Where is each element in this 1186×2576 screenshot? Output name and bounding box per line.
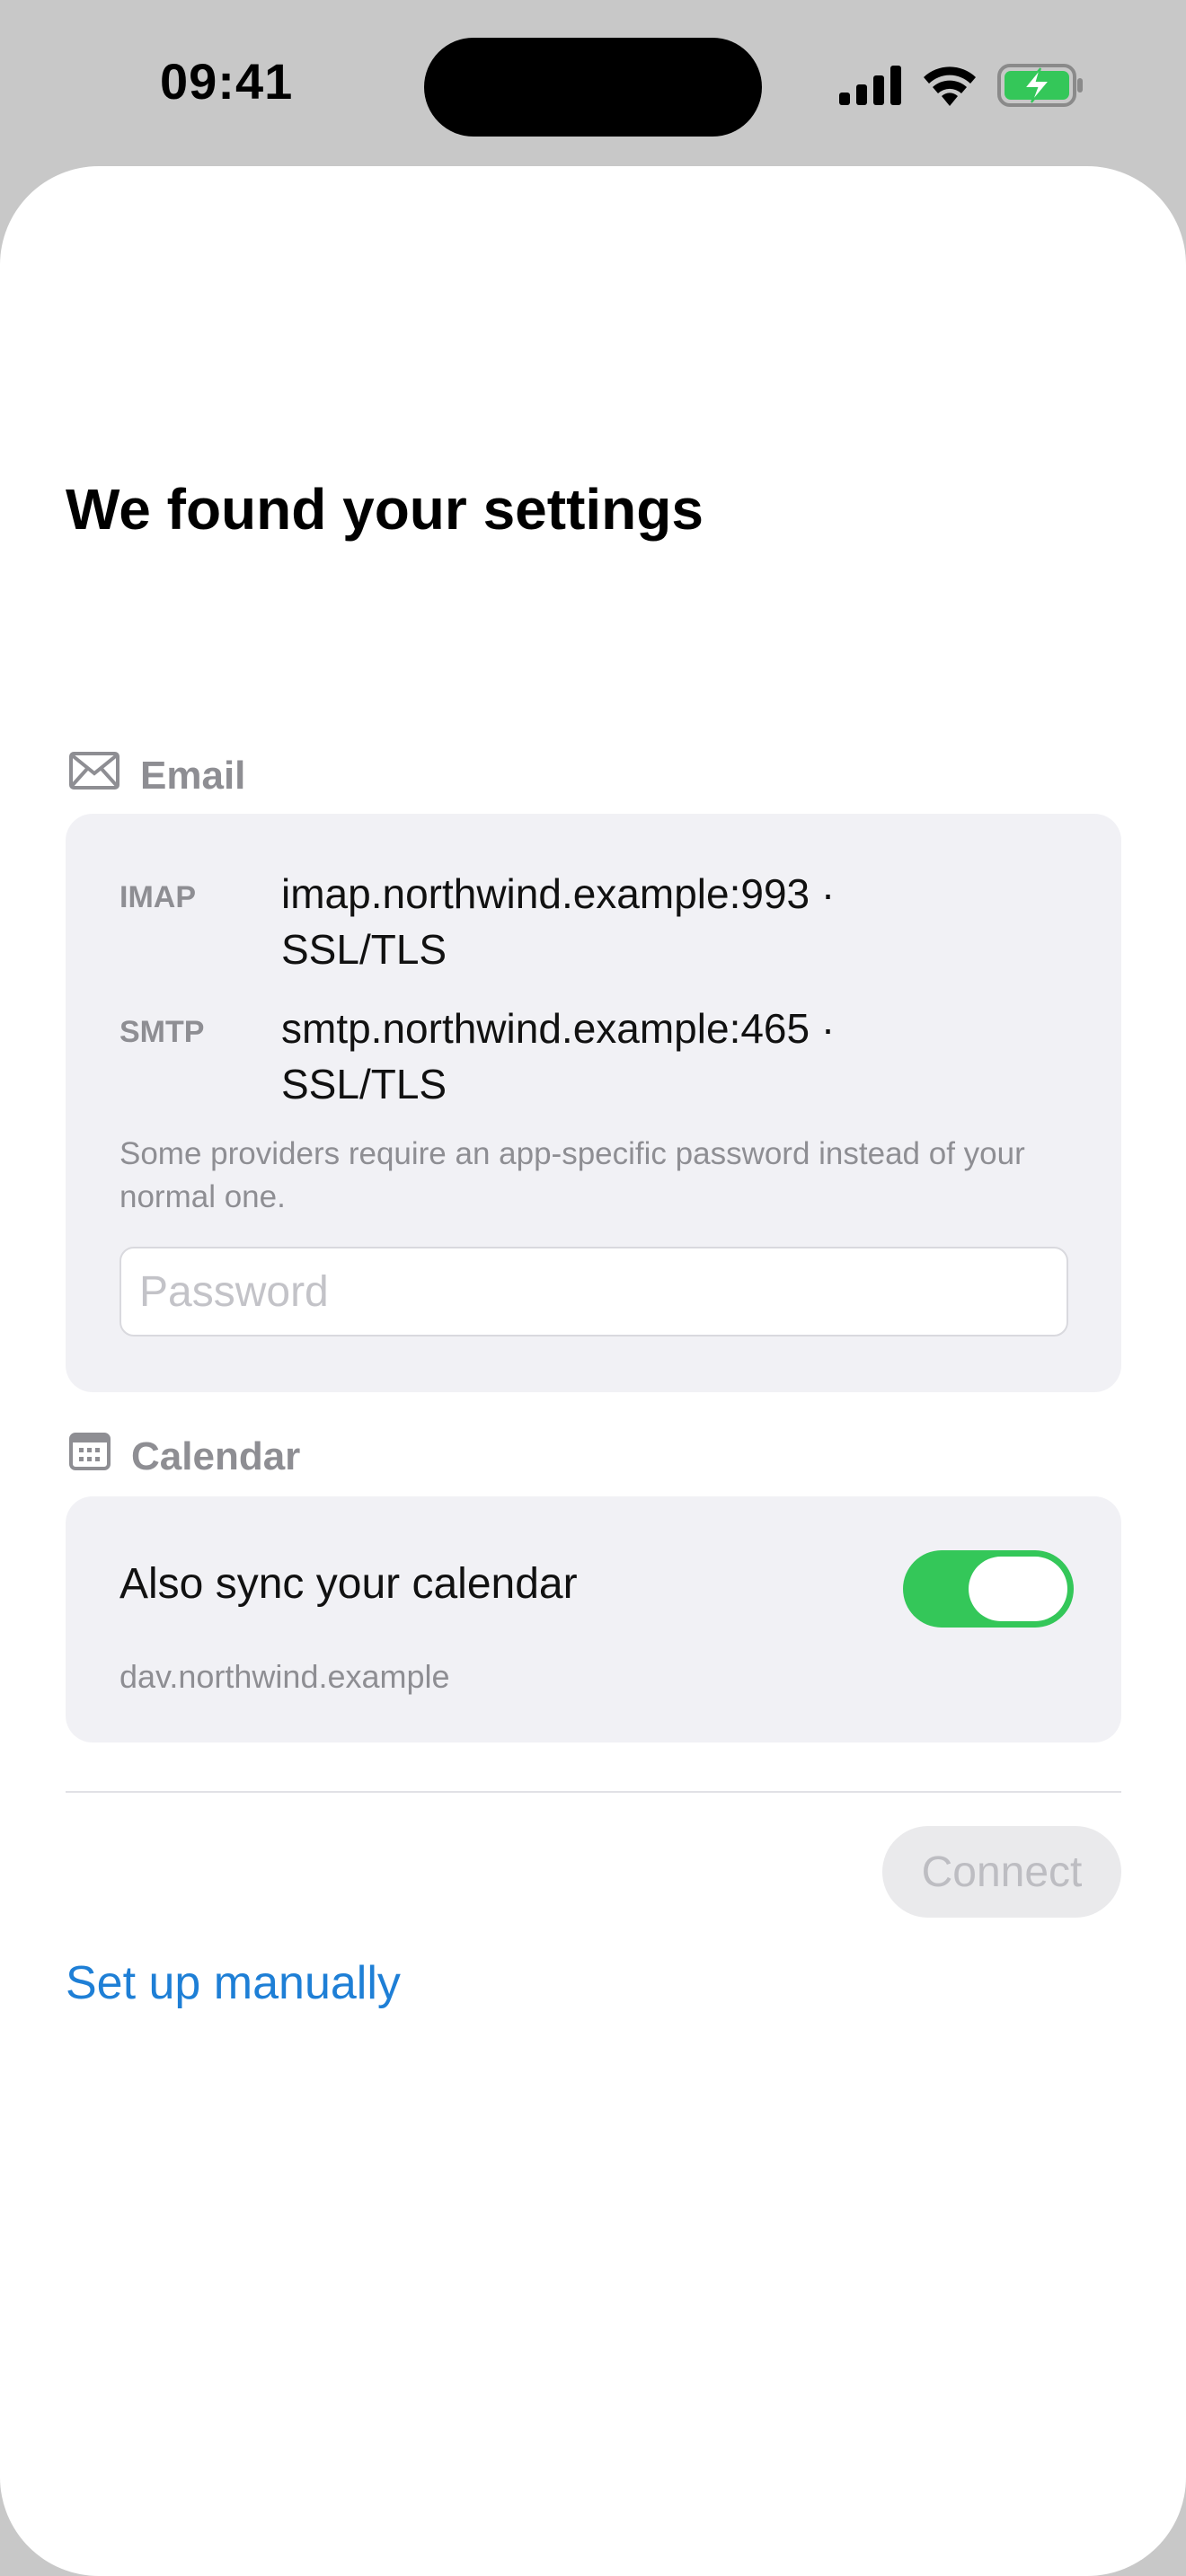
- status-time: 09:41: [160, 53, 294, 110]
- email-section-label: Email: [140, 753, 246, 798]
- dynamic-island: [424, 38, 762, 137]
- calendar-host: dav.northwind.example: [119, 1658, 450, 1695]
- smtp-label: SMTP: [119, 1015, 205, 1049]
- divider: [66, 1791, 1121, 1793]
- imap-server-value: imap.northwind.example:993 · SSL/TLS: [281, 870, 836, 973]
- calendar-section-label: Calendar: [131, 1434, 301, 1478]
- calendar-sync-label: Also sync your calendar: [119, 1560, 578, 1608]
- envelope-icon: [68, 751, 120, 800]
- battery-charging-icon: [997, 63, 1084, 112]
- cellular-signal-icon: [839, 66, 902, 110]
- calendar-section-header: Calendar: [68, 1432, 300, 1481]
- wifi-icon: [922, 65, 978, 110]
- email-section-header: Email: [68, 751, 245, 800]
- page-title: We found your settings: [66, 477, 704, 542]
- smtp-server-value: smtp.northwind.example:465 · SSL/TLS: [281, 1005, 836, 1107]
- status-icons: [839, 63, 1084, 112]
- toggle-knob: [969, 1557, 1067, 1621]
- smtp-server-row: SMTP smtp.northwind.example:465 · SSL/TL…: [119, 1001, 856, 1112]
- app-password-note: Some providers require an app-specific p…: [119, 1136, 1025, 1214]
- imap-label: IMAP: [119, 880, 196, 914]
- calendar-settings-card: Also sync your calendar dav.northwind.ex…: [66, 1496, 1121, 1742]
- email-settings-card: IMAP imap.northwind.example:993 · SSL/TL…: [66, 814, 1121, 1392]
- password-field[interactable]: [119, 1247, 1068, 1337]
- calendar-icon: [68, 1432, 111, 1481]
- imap-server-row: IMAP imap.northwind.example:993 · SSL/TL…: [119, 866, 856, 977]
- calendar-sync-toggle[interactable]: [903, 1550, 1074, 1628]
- set-up-manually-link[interactable]: Set up manually: [66, 1956, 401, 2010]
- status-bar: 09:41: [0, 0, 1186, 166]
- connect-button[interactable]: Connect: [882, 1826, 1121, 1918]
